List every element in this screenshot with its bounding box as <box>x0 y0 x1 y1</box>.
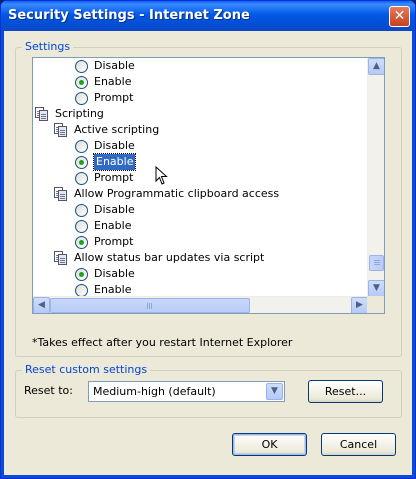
setting-label: Prompt <box>94 91 134 104</box>
window-title: Security Settings - Internet Zone <box>8 8 250 23</box>
setting-label: Disable <box>94 59 135 72</box>
setting-label: Enable <box>94 219 132 232</box>
title-bar[interactable]: Security Settings - Internet Zone ✕ <box>1 1 415 31</box>
setting-label: Enable <box>94 75 132 88</box>
setting-option[interactable]: Enable <box>75 153 137 171</box>
setting-label: Enable <box>92 153 137 171</box>
radio-button[interactable] <box>75 91 88 105</box>
radio-button[interactable] <box>75 171 88 185</box>
setting-label: Active scripting <box>74 123 160 136</box>
chevron-left-icon: ◀ <box>38 300 45 310</box>
reset-group-label: Reset custom settings <box>22 363 151 376</box>
radio-button[interactable] <box>75 59 88 73</box>
chevron-up-icon: ▲ <box>373 61 380 71</box>
radio-button[interactable] <box>75 267 88 281</box>
setting-label: Disable <box>94 267 135 280</box>
chevron-right-icon: ▶ <box>356 300 363 310</box>
setting-option[interactable]: Disable <box>75 202 135 218</box>
radio-button[interactable] <box>75 219 88 233</box>
settings-category-icon <box>35 107 51 121</box>
close-button[interactable]: ✕ <box>389 6 410 27</box>
setting-label: Enable <box>94 283 132 296</box>
radio-button[interactable] <box>75 139 88 153</box>
reset-level-select[interactable]: Medium-high (default) ▼ <box>88 381 285 402</box>
setting-option[interactable]: Disable <box>75 58 135 74</box>
vertical-scrollbar[interactable]: ▲ ▼ <box>367 58 384 297</box>
mouse-cursor-icon <box>155 166 168 185</box>
radio-button[interactable] <box>75 235 88 249</box>
reset-button[interactable]: Reset... <box>308 380 383 403</box>
setting-option[interactable]: Disable <box>75 266 135 282</box>
radio-button[interactable] <box>75 75 88 89</box>
chevron-down-icon: ▼ <box>373 283 380 293</box>
setting-option[interactable]: Prompt <box>75 90 133 106</box>
settings-list-content: Disable Enable Prompt Scripting Active scrip… <box>33 58 368 297</box>
scroll-left-button[interactable]: ◀ <box>33 297 50 313</box>
setting-option[interactable]: Prompt <box>75 170 133 186</box>
setting-category[interactable]: Allow status bar updates via script <box>54 250 264 266</box>
setting-label: Allow Programmatic clipboard access <box>74 187 280 200</box>
ok-button[interactable]: OK <box>232 433 307 456</box>
scrollbar-corner <box>367 296 384 313</box>
reset-level-value: Medium-high (default) <box>93 385 216 398</box>
settings-category-icon <box>54 187 70 201</box>
setting-option[interactable]: Disable <box>75 138 135 154</box>
chevron-down-icon: ▼ <box>271 386 278 396</box>
setting-category[interactable]: Scripting <box>35 106 104 122</box>
radio-button[interactable] <box>75 203 88 217</box>
settings-category-icon <box>54 251 70 265</box>
setting-option[interactable]: Prompt <box>75 234 133 250</box>
cancel-button[interactable]: Cancel <box>321 433 396 456</box>
reset-group: Reset custom settings Reset to: Medium-h… <box>15 363 402 418</box>
frame-left <box>1 31 4 478</box>
setting-category[interactable]: Allow Programmatic clipboard access <box>54 186 279 202</box>
setting-option[interactable]: Enable <box>75 218 131 234</box>
restart-note: *Takes effect after you restart Internet… <box>32 336 293 349</box>
scroll-down-button[interactable]: ▼ <box>368 280 384 297</box>
setting-label: Prompt <box>94 235 134 248</box>
scroll-up-button[interactable]: ▲ <box>368 58 384 75</box>
scroll-right-button[interactable]: ▶ <box>351 297 368 313</box>
settings-group: Settings Disable Enable Prompt Scripting Act… <box>15 40 402 357</box>
setting-label: Allow status bar updates via script <box>74 251 265 264</box>
setting-label: Disable <box>94 203 135 216</box>
dropdown-button[interactable]: ▼ <box>266 383 283 400</box>
settings-list[interactable]: Disable Enable Prompt Scripting Active scrip… <box>32 57 385 314</box>
setting-label: Prompt <box>94 171 134 184</box>
horizontal-scroll-thumb[interactable] <box>50 298 250 313</box>
setting-option[interactable]: Enable <box>75 282 131 297</box>
radio-button[interactable] <box>75 155 88 169</box>
frame-bottom <box>1 475 415 478</box>
settings-group-label: Settings <box>22 40 74 53</box>
horizontal-scrollbar[interactable]: ◀ ▶ <box>33 296 368 313</box>
reset-to-label: Reset to: <box>24 384 73 397</box>
settings-category-icon <box>54 123 70 137</box>
setting-option[interactable]: Enable <box>75 74 131 90</box>
security-settings-dialog: Security Settings - Internet Zone ✕ Sett… <box>0 0 416 479</box>
setting-label: Disable <box>94 139 135 152</box>
close-icon: ✕ <box>393 8 406 24</box>
frame-right <box>412 31 415 478</box>
vertical-scroll-thumb[interactable] <box>369 255 384 271</box>
setting-label: Scripting <box>55 107 104 120</box>
setting-category[interactable]: Active scripting <box>54 122 159 138</box>
radio-button[interactable] <box>75 283 88 297</box>
